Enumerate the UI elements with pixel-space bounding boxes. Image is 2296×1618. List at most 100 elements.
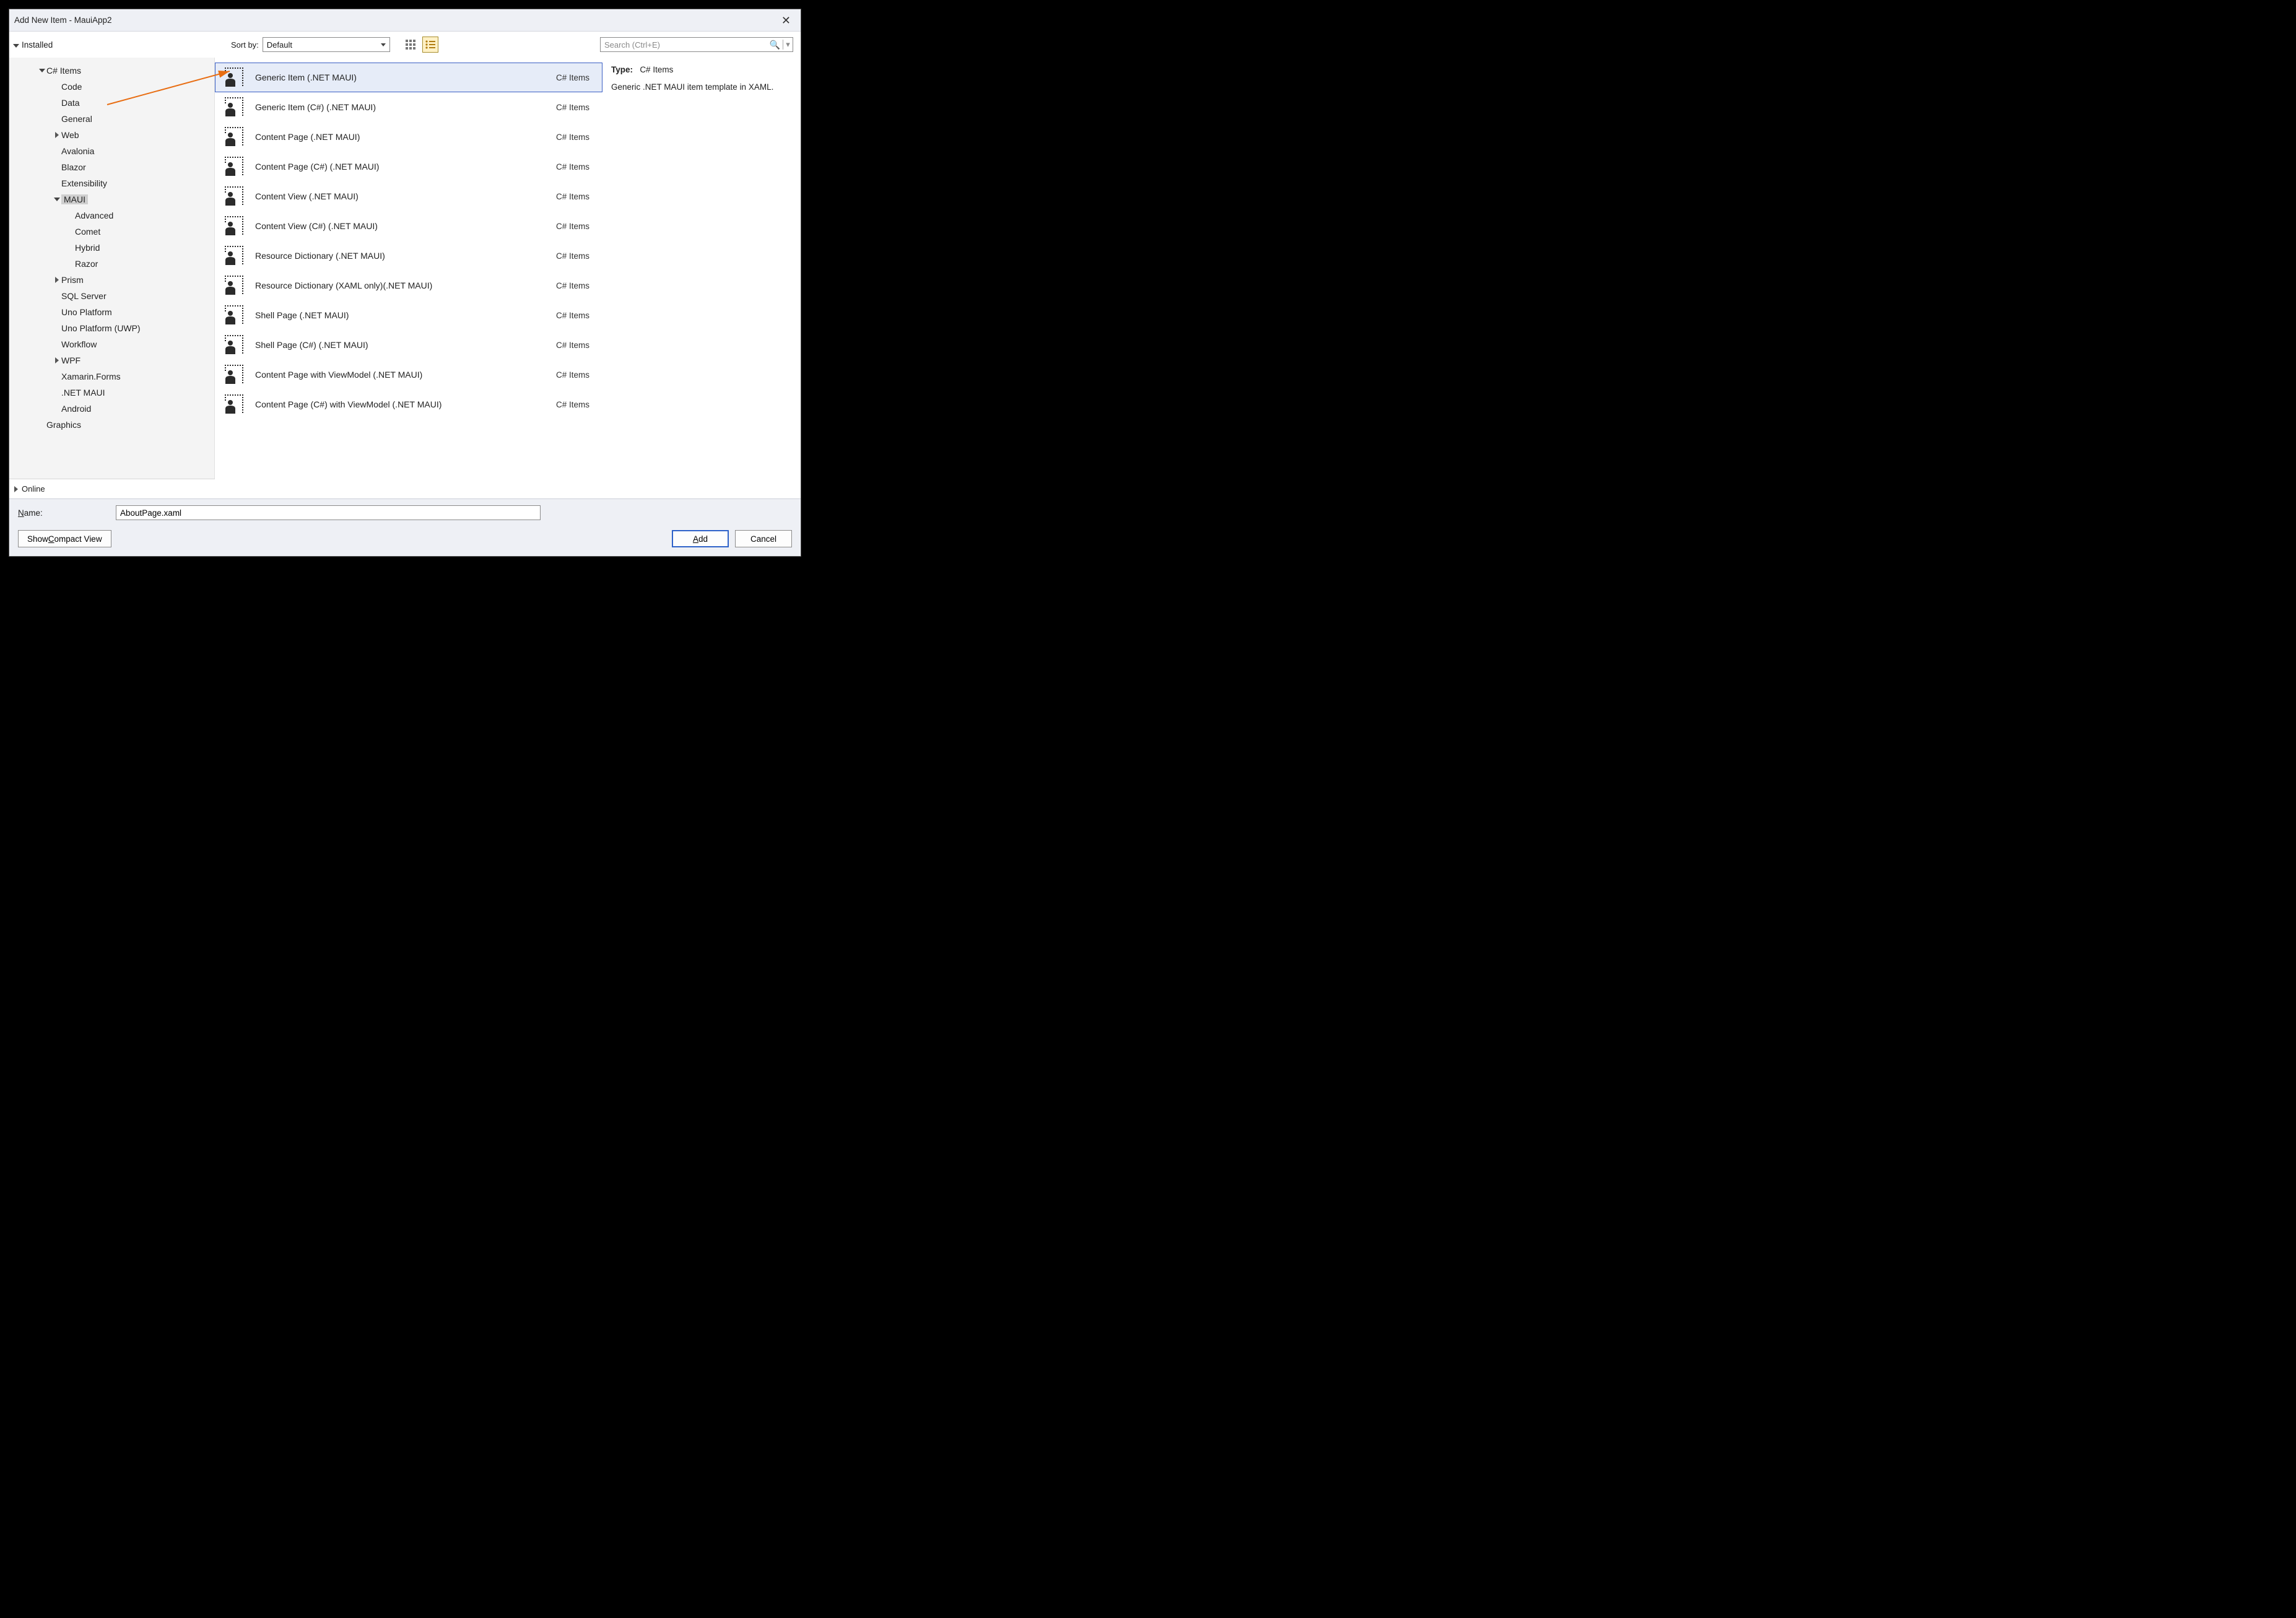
template-row[interactable]: Resource Dictionary (XAML only)(.NET MAU… — [215, 271, 602, 300]
search-placeholder: Search (Ctrl+E) — [604, 40, 660, 50]
template-name: Content Page (.NET MAUI) — [255, 132, 360, 142]
grid-icon — [405, 39, 416, 50]
tree-node[interactable]: SQL Server — [9, 288, 214, 304]
window-title: Add New Item - MauiApp2 — [14, 15, 112, 25]
template-row[interactable]: Content Page with ViewModel (.NET MAUI)C… — [215, 360, 602, 389]
tree-node[interactable]: Android — [9, 401, 214, 417]
add-button[interactable]: Add — [672, 530, 729, 547]
template-icon — [224, 97, 245, 118]
tree-node[interactable]: Blazor — [9, 159, 214, 175]
tree-node[interactable]: WPF — [9, 352, 214, 368]
template-category: C# Items — [556, 341, 593, 350]
tree-node[interactable]: Prism — [9, 272, 214, 288]
tree-node-label: Hybrid — [75, 243, 100, 253]
template-category: C# Items — [556, 133, 593, 142]
tree-node-label: Graphics — [46, 420, 81, 430]
template-icon — [224, 305, 245, 326]
name-input[interactable] — [116, 505, 541, 520]
chevron-down-icon[interactable] — [39, 69, 45, 72]
chevron-right-icon[interactable] — [55, 132, 59, 138]
tree-node[interactable]: Graphics — [9, 417, 214, 433]
tree-node[interactable]: Extensibility — [9, 175, 214, 191]
template-category: C# Items — [556, 162, 593, 172]
template-row[interactable]: Content Page (C#) (.NET MAUI) C# Items — [215, 152, 602, 181]
template-icon — [224, 156, 245, 177]
sort-dropdown[interactable]: Default — [263, 37, 390, 52]
template-row[interactable]: Generic Item (C#) (.NET MAUI)C# Items — [215, 92, 602, 122]
tree-node[interactable]: Avalonia — [9, 143, 214, 159]
sort-label: Sort by: — [231, 40, 259, 50]
template-name: Content Page (C#) (.NET MAUI) — [255, 162, 379, 172]
toolbar: Installed Sort by: Default — [9, 32, 801, 58]
installed-label: Installed — [22, 40, 53, 50]
tree-node[interactable]: Uno Platform — [9, 304, 214, 320]
chevron-right-icon[interactable] — [55, 277, 59, 283]
tree-node-label: WPF — [61, 355, 80, 365]
template-row[interactable]: Content Page (C#) with ViewModel (.NET M… — [215, 389, 602, 419]
template-row[interactable]: Generic Item (.NET MAUI)C# Items — [215, 63, 602, 92]
tree-node-label: C# Items — [46, 66, 81, 76]
template-name: Resource Dictionary (XAML only)(.NET MAU… — [255, 281, 432, 290]
template-row[interactable]: Content View (C#) (.NET MAUI)C# Items — [215, 211, 602, 241]
template-icon — [224, 245, 245, 266]
category-tree[interactable]: C# Items Code Data General Web Avalonia Blazor… — [9, 58, 215, 479]
tree-node[interactable]: Data — [9, 95, 214, 111]
template-category: C# Items — [556, 251, 593, 261]
details-description: Generic .NET MAUI item template in XAML. — [611, 81, 792, 94]
template-category: C# Items — [556, 192, 593, 201]
tree-node[interactable]: Razor — [9, 256, 214, 272]
category-tree-column: C# Items Code Data General Web Avalonia Blazor… — [9, 58, 215, 498]
template-name: Generic Item (C#) (.NET MAUI) — [255, 102, 376, 112]
cancel-button[interactable]: Cancel — [735, 530, 792, 547]
tree-node-label: Blazor — [61, 162, 86, 172]
tree-node[interactable]: MAUI — [9, 191, 214, 207]
tree-node-label: Android — [61, 404, 91, 414]
chevron-down-icon — [381, 43, 386, 46]
search-icon[interactable]: 🔍 — [767, 40, 783, 50]
template-icon — [224, 126, 245, 147]
close-icon[interactable]: ✕ — [776, 12, 796, 28]
chevron-down-icon[interactable] — [54, 198, 60, 201]
template-list[interactable]: Generic Item (.NET MAUI)C# Items Generic… — [215, 58, 602, 498]
template-category: C# Items — [556, 370, 593, 380]
view-details-button[interactable] — [422, 37, 438, 53]
tree-node-label: Code — [61, 82, 82, 92]
template-row[interactable]: Content View (.NET MAUI)C# Items — [215, 181, 602, 211]
tree-node-label: Workflow — [61, 339, 97, 349]
details-type-label: Type: — [611, 65, 633, 74]
tree-node[interactable]: Code — [9, 79, 214, 95]
name-row: Name: — [18, 505, 792, 520]
tree-node[interactable]: General — [9, 111, 214, 127]
template-category: C# Items — [556, 222, 593, 231]
tree-node-label: General — [61, 114, 92, 124]
tree-node[interactable]: Comet — [9, 224, 214, 240]
tree-node[interactable]: Xamarin.Forms — [9, 368, 214, 385]
tree-node[interactable]: Uno Platform (UWP) — [9, 320, 214, 336]
installed-header[interactable]: Installed — [9, 32, 215, 58]
tree-node[interactable]: Hybrid — [9, 240, 214, 256]
search-input[interactable]: Search (Ctrl+E) 🔍 ▾ — [600, 37, 793, 52]
template-row[interactable]: Shell Page (.NET MAUI)C# Items — [215, 300, 602, 330]
tree-node-label: Uno Platform (UWP) — [61, 323, 141, 333]
tree-node-label: Web — [61, 130, 79, 140]
template-row[interactable]: Content Page (.NET MAUI) C# Items — [215, 122, 602, 152]
tree-node[interactable]: Web — [9, 127, 214, 143]
template-row[interactable]: Resource Dictionary (.NET MAUI)C# Items — [215, 241, 602, 271]
template-row[interactable]: Shell Page (C#) (.NET MAUI)C# Items — [215, 330, 602, 360]
template-category: C# Items — [556, 281, 593, 290]
chevron-right-icon[interactable] — [55, 357, 59, 363]
tree-node[interactable]: .NET MAUI — [9, 385, 214, 401]
template-name: Content Page (C#) with ViewModel (.NET M… — [255, 399, 441, 409]
tree-node[interactable]: Advanced — [9, 207, 214, 224]
view-large-icons-button[interactable] — [402, 37, 419, 53]
template-icon — [224, 334, 245, 355]
online-header[interactable]: Online — [9, 479, 215, 498]
bottom-panel: Name: Show Compact View Add Cancel — [9, 498, 801, 556]
show-compact-view-button[interactable]: Show Compact View — [18, 530, 111, 547]
template-category: C# Items — [556, 400, 593, 409]
tree-node[interactable]: C# Items — [9, 63, 214, 79]
tree-node[interactable]: Workflow — [9, 336, 214, 352]
template-category: C# Items — [556, 311, 593, 320]
search-dropdown-icon[interactable]: ▾ — [783, 40, 793, 50]
template-icon — [224, 67, 245, 88]
